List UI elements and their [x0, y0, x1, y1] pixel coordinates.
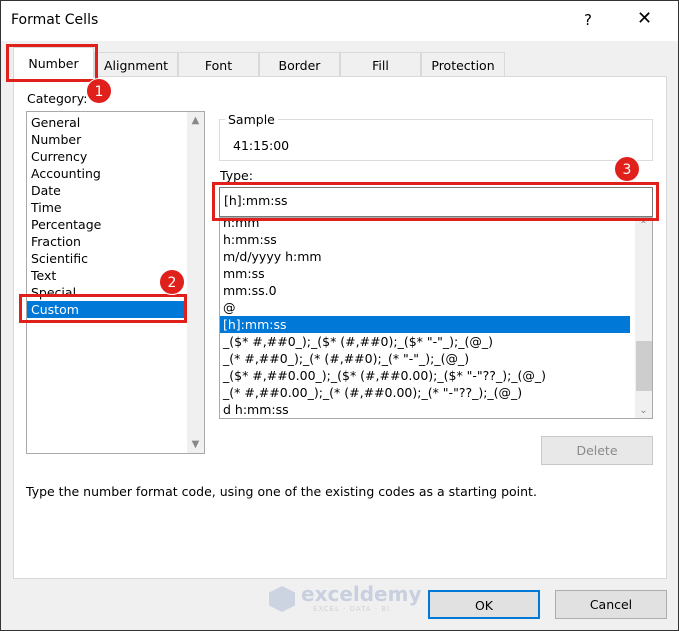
- type-item[interactable]: _($* #,##0.00_);_($* (#,##0.00);_($* "-"…: [220, 367, 630, 384]
- cancel-button[interactable]: Cancel: [555, 590, 667, 619]
- format-cells-dialog: Format Cells ? ✕ Number Alignment Font B…: [0, 0, 679, 631]
- type-label: Type:: [220, 168, 253, 183]
- tab-protection[interactable]: Protection: [421, 52, 505, 77]
- dialog-title: Format Cells: [11, 12, 99, 28]
- category-item-currency[interactable]: Currency: [27, 148, 187, 165]
- highlight-number-tab: [6, 44, 98, 82]
- tab-fill[interactable]: Fill: [340, 52, 421, 77]
- type-item[interactable]: mm:ss: [220, 265, 630, 282]
- type-item[interactable]: [h]:mm:ss: [220, 316, 630, 333]
- close-icon[interactable]: ✕: [637, 8, 652, 29]
- category-item-scientific[interactable]: Scientific: [27, 250, 187, 267]
- type-item[interactable]: mm:ss.0: [220, 282, 630, 299]
- type-item[interactable]: _($* #,##0_);_($* (#,##0);_($* "-"_);_(@…: [220, 333, 630, 350]
- annotation-badge-1: 1: [86, 78, 112, 104]
- sample-label: Sample: [225, 112, 278, 127]
- scroll-up-icon[interactable]: ▲: [187, 115, 204, 126]
- highlight-type-input: [212, 182, 659, 221]
- type-scrollbar[interactable]: ⌃ ⌄: [635, 218, 652, 418]
- tab-alignment[interactable]: Alignment: [94, 52, 178, 77]
- category-item-number[interactable]: Number: [27, 131, 187, 148]
- tab-font[interactable]: Font: [178, 52, 259, 77]
- hint-text: Type the number format code, using one o…: [26, 484, 537, 499]
- category-item-general[interactable]: General: [27, 114, 187, 131]
- annotation-badge-3: 3: [614, 156, 640, 182]
- exceldemy-watermark: exceldemy EXCEL · DATA · BI: [269, 582, 422, 616]
- scroll-up-icon[interactable]: ⌃: [635, 220, 652, 231]
- type-item[interactable]: @: [220, 299, 630, 316]
- delete-button[interactable]: Delete: [541, 436, 653, 465]
- category-item-time[interactable]: Time: [27, 199, 187, 216]
- tab-border[interactable]: Border: [259, 52, 340, 77]
- title-bar: Format Cells ? ✕: [1, 1, 678, 41]
- help-button[interactable]: ?: [584, 11, 592, 29]
- watermark-logo-icon: [269, 586, 295, 612]
- scroll-thumb[interactable]: [636, 341, 652, 391]
- type-item[interactable]: h:mm:ss: [220, 231, 630, 248]
- category-item-fraction[interactable]: Fraction: [27, 233, 187, 250]
- category-item-percentage[interactable]: Percentage: [27, 216, 187, 233]
- category-scrollbar[interactable]: ▲ ▼: [187, 112, 204, 453]
- category-item-date[interactable]: Date: [27, 182, 187, 199]
- type-item[interactable]: d h:mm:ss: [220, 401, 630, 418]
- scroll-down-icon[interactable]: ⌄: [635, 405, 652, 416]
- ok-button[interactable]: OK: [428, 590, 540, 619]
- highlight-custom: [19, 294, 187, 323]
- sample-value: 41:15:00: [233, 138, 290, 153]
- type-item[interactable]: m/d/yyyy h:mm: [220, 248, 630, 265]
- type-item[interactable]: _(* #,##0_);_(* (#,##0);_(* "-"_);_(@_): [220, 350, 630, 367]
- type-item[interactable]: _(* #,##0.00_);_(* (#,##0.00);_(* "-"??_…: [220, 384, 630, 401]
- category-item-accounting[interactable]: Accounting: [27, 165, 187, 182]
- annotation-badge-2: 2: [159, 269, 185, 295]
- category-label: Category:: [27, 91, 88, 106]
- type-list[interactable]: h:mm h:mm:ss m/d/yyyy h:mm mm:ss mm:ss.0 @ [h]…: [219, 217, 653, 419]
- scroll-down-icon[interactable]: ▼: [187, 439, 204, 450]
